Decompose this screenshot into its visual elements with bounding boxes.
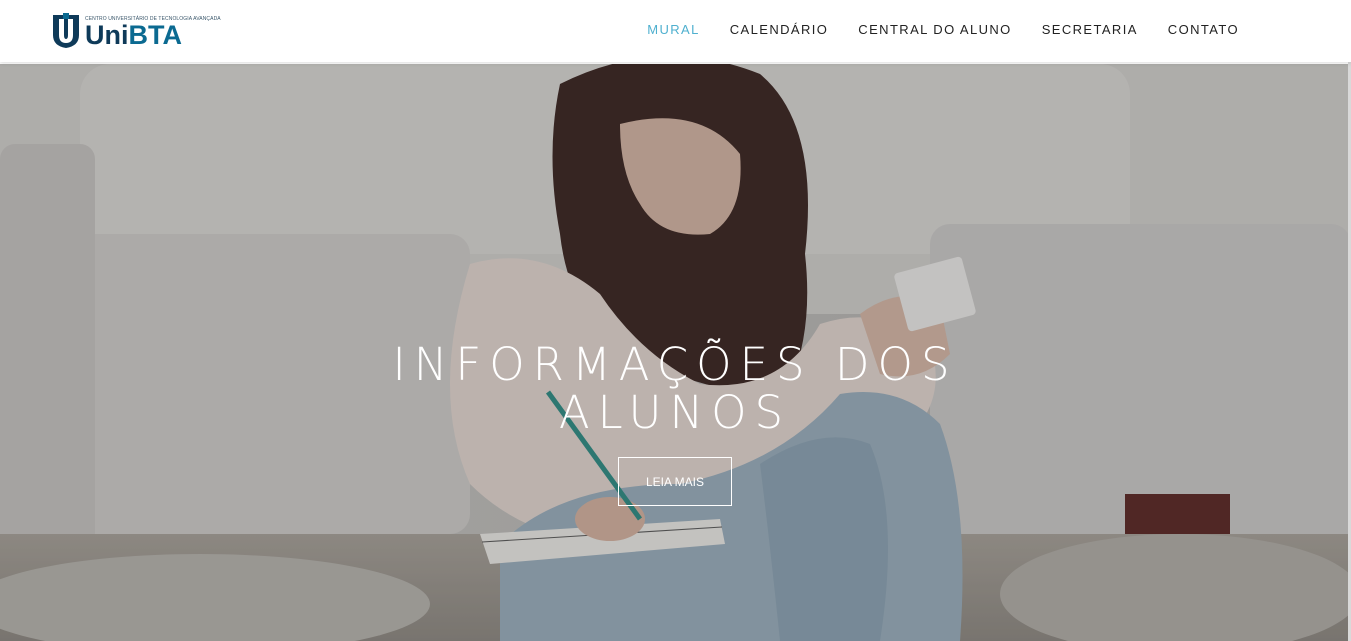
logo-uni-text: Uni: [85, 20, 129, 50]
main-nav: MURAL CALENDÁRIO CENTRAL DO ALUNO SECRET…: [647, 0, 1239, 58]
page: CENTRO UNIVERSITÁRIO DE TECNOLOGIA AVANÇ…: [0, 0, 1351, 641]
leia-mais-button[interactable]: LEIA MAIS: [618, 457, 732, 506]
logo-wordmark: UniBTA: [85, 22, 182, 49]
hero-banner: INFORMAÇÕES DOS ALUNOS LEIA MAIS: [0, 64, 1351, 641]
logo-bta-text: BTA: [128, 20, 183, 50]
nav-item-calendario[interactable]: CALENDÁRIO: [730, 22, 829, 37]
site-header: CENTRO UNIVERSITÁRIO DE TECNOLOGIA AVANÇ…: [0, 0, 1351, 62]
nav-item-central-do-aluno[interactable]: CENTRAL DO ALUNO: [858, 22, 1011, 37]
nav-item-contato[interactable]: CONTATO: [1168, 22, 1239, 37]
hero-title: INFORMAÇÕES DOS ALUNOS: [392, 338, 958, 439]
unibta-logo[interactable]: CENTRO UNIVERSITÁRIO DE TECNOLOGIA AVANÇ…: [52, 13, 221, 51]
nav-item-mural[interactable]: MURAL: [647, 22, 700, 37]
nav-item-secretaria[interactable]: SECRETARIA: [1042, 22, 1138, 37]
shield-icon: [53, 13, 79, 48]
